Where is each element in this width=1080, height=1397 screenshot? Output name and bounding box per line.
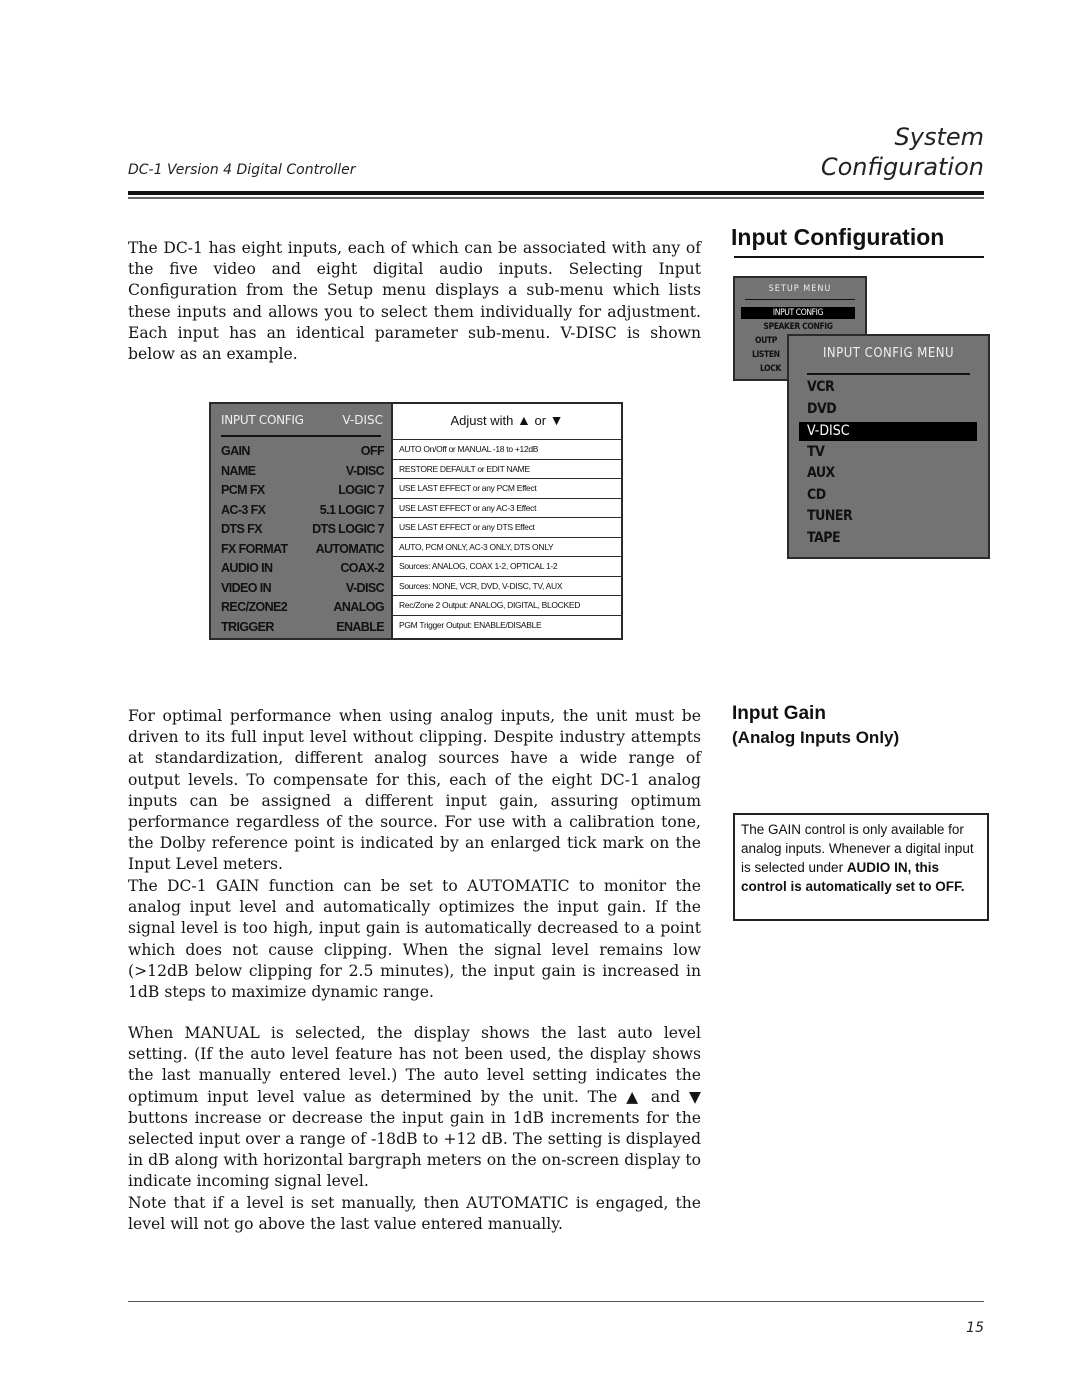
param-description-audio-in: Sources: ANALOG, COAX 1-2, OPTICAL 1-2 <box>393 557 621 577</box>
param-name: REC/ZONE2 <box>221 600 288 614</box>
input-config-descriptions: Adjust with ▲ or ▼ AUTO On/Off or MANUAL… <box>393 404 621 638</box>
input-config-input-name: V-DISC <box>342 413 383 427</box>
param-name: AUDIO IN <box>221 561 273 575</box>
gain-note-box: The GAIN control is only available for a… <box>733 813 989 921</box>
param-row-dts-fx: DTS FX DTS LOGIC 7 <box>221 520 385 540</box>
input-menu-item-tuner: TUNER <box>807 508 853 524</box>
adjust-hint-or: or <box>534 413 547 428</box>
param-value: AUTOMATIC <box>315 541 385 556</box>
param-row-rec-zone2: REC/ZONE2 ANALOG <box>221 598 385 618</box>
param-name: GAIN <box>221 444 250 458</box>
param-description-video-in: Sources: NONE, VCR, DVD, V-DISC, TV, AUX <box>393 577 621 596</box>
setup-menu-title: SETUP MENU <box>768 284 832 294</box>
param-value: ENABLE <box>336 619 384 634</box>
section-heading-rule <box>734 256 984 258</box>
param-description-name: RESTORE DEFAULT or EDIT NAME <box>393 460 621 479</box>
param-value: OFF <box>360 444 385 458</box>
param-value: V-DISC <box>345 580 385 595</box>
param-description-gain: AUTO On/Off or MANUAL -18 to +12dB <box>393 440 621 460</box>
page-number: 15 <box>966 1320 984 1336</box>
param-description-trigger: PGM Trigger Output: ENABLE/DISABLE <box>399 619 542 630</box>
input-config-menu-title: INPUT CONFIG MENU <box>822 346 955 361</box>
setup-menu-item-input-config: INPUT CONFIG <box>741 307 855 319</box>
param-name: FX FORMAT <box>221 541 288 556</box>
input-config-title: INPUT CONFIG <box>221 413 304 427</box>
param-description-pcm-fx: USE LAST EFFECT or any PCM Effect <box>393 479 621 499</box>
header-rule-thin <box>128 197 984 199</box>
intro-paragraph: The DC-1 has eight inputs, each of which… <box>128 239 701 364</box>
chapter-title: System Configuration <box>821 122 984 182</box>
input-config-menu-screen: INPUT CONFIG MENU VCR DVD V-DISC TV AUX … <box>787 334 990 559</box>
param-description-ac3-fx: USE LAST EFFECT or any AC-3 Effect <box>393 499 621 518</box>
gain-paragraph-2: The DC-1 GAIN function can be set to AUT… <box>128 877 701 1002</box>
input-menu-item-aux: AUX <box>807 465 835 481</box>
input-menu-item-cd: CD <box>807 487 826 503</box>
section-heading-input-configuration: Input Configuration <box>731 224 945 250</box>
chapter-title-line1: System <box>894 123 985 151</box>
param-row-ac3-fx: AC-3 FX 5.1 LOGIC 7 <box>221 501 385 521</box>
param-name: PCM FX <box>221 483 265 497</box>
param-name: VIDEO IN <box>221 580 272 595</box>
input-config-osd-panel: INPUT CONFIG V-DISC GAIN OFF NAME V-DISC… <box>211 404 393 638</box>
param-name: DTS FX <box>221 522 262 536</box>
input-menu-item-tv: TV <box>807 444 825 460</box>
gain-paragraph-4: Note that if a level is set manually, th… <box>128 1194 701 1234</box>
input-menu-item-tape: TAPE <box>807 530 841 546</box>
param-row-gain: GAIN OFF <box>221 442 385 462</box>
down-arrow-icon: ▼ <box>549 412 564 428</box>
input-config-menu-rule <box>807 373 970 375</box>
param-row-fx-format: FX FORMAT AUTOMATIC <box>221 540 385 560</box>
param-name: NAME <box>221 463 256 478</box>
setup-menu-item-speaker-config: SPEAKER CONFIG <box>763 322 833 332</box>
gain-paragraph-1: For optimal performance when using analo… <box>128 707 701 874</box>
param-value: 5.1 LOGIC 7 <box>319 502 385 517</box>
param-value: V-DISC <box>345 463 385 478</box>
param-row-pcm-fx: PCM FX LOGIC 7 <box>221 481 385 501</box>
param-value: COAX-2 <box>340 561 384 575</box>
param-name: AC-3 FX <box>221 502 266 517</box>
param-row-video-in: VIDEO IN V-DISC <box>221 579 385 599</box>
adjust-hint: Adjust with ▲ or ▼ <box>393 404 621 440</box>
param-row-trigger: TRIGGER ENABLE <box>221 618 385 638</box>
param-description-rec-zone2: Rec/Zone 2 Output: ANALOG, DIGITAL, BLOC… <box>393 596 621 616</box>
param-value: DTS LOGIC 7 <box>312 522 384 536</box>
input-config-rule <box>221 435 381 437</box>
param-value: ANALOG <box>333 600 384 614</box>
chapter-title-line2: Configuration <box>820 153 984 181</box>
gain-paragraph-3: When MANUAL is selected, the display sho… <box>128 1024 701 1191</box>
input-menu-item-vcr: VCR <box>807 379 835 395</box>
input-config-parameter-screen: INPUT CONFIG V-DISC GAIN OFF NAME V-DISC… <box>209 402 623 640</box>
param-row-audio-in: AUDIO IN COAX-2 <box>221 559 385 579</box>
section-subheading-analog-only: (Analog Inputs Only) <box>732 728 900 747</box>
input-menu-item-v-disc: V-DISC <box>799 422 977 441</box>
param-description-dts-fx: USE LAST EFFECT or any DTS Effect <box>393 518 621 538</box>
section-heading-input-gain: Input Gain <box>732 703 826 724</box>
adjust-hint-label: Adjust with <box>450 413 514 428</box>
header-rule-thick <box>128 191 984 195</box>
param-description-fx-format: AUTO, PCM ONLY, AC-3 ONLY, DTS ONLY <box>393 538 621 557</box>
document-title: DC-1 Version 4 Digital Controller <box>128 162 356 178</box>
setup-menu-rule <box>745 299 855 300</box>
input-menu-item-dvd: DVD <box>807 401 837 417</box>
param-value: LOGIC 7 <box>338 483 384 497</box>
up-arrow-icon: ▲ <box>516 412 531 428</box>
footer-rule <box>128 1301 984 1302</box>
param-row-name: NAME V-DISC <box>221 462 385 482</box>
param-name: TRIGGER <box>221 619 274 634</box>
